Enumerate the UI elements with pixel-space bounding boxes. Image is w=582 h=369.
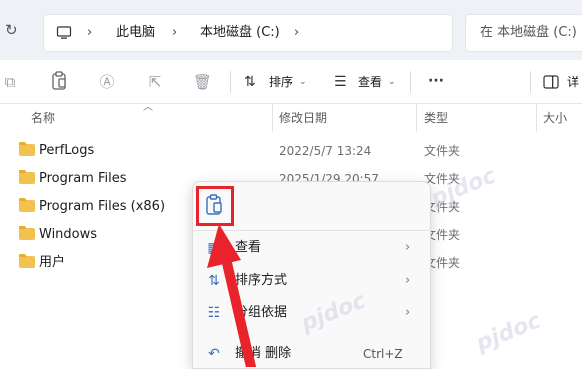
delete-icon[interactable]: 🗑 — [193, 72, 212, 92]
file-name: Program Files — [39, 171, 127, 186]
paste-icon[interactable] — [51, 71, 69, 91]
file-name: 用户 — [39, 255, 66, 270]
menu-item-shortcut: Ctrl+Z — [363, 347, 403, 361]
column-type[interactable]: 类型 — [424, 104, 448, 132]
folder-icon — [19, 226, 35, 240]
chevron-down-icon: ⌄ — [388, 77, 396, 87]
arrow-annotation — [207, 224, 256, 367]
file-date: 2022/5/7 13:24 — [279, 144, 372, 158]
column-divider[interactable] — [272, 104, 273, 132]
column-divider[interactable] — [416, 104, 417, 132]
column-date[interactable]: 修改日期 — [279, 104, 327, 132]
watermark: pjdoc — [472, 308, 545, 357]
sort-caret-icon: ︿ — [143, 102, 153, 113]
details-label: 详 — [567, 75, 580, 89]
folder-icon — [19, 254, 35, 268]
chevron-right-icon: › — [172, 25, 178, 40]
command-bar: ⧉ Ⓐ ⇱ 🗑 ⇅ 排序 ⌄ ☰ 查看 ⌄ ··· 详 — [0, 61, 582, 104]
column-size[interactable]: 大小 — [543, 104, 567, 132]
search-placeholder: 在 本地磁盘 (C:) — [480, 25, 577, 40]
column-name[interactable]: 名称 — [31, 104, 55, 132]
column-divider[interactable] — [536, 104, 537, 132]
file-name: Windows — [39, 227, 98, 242]
chevron-right-icon: › — [405, 240, 411, 255]
toolbar-divider — [230, 71, 231, 93]
refresh-icon[interactable]: ↻ — [5, 20, 21, 40]
folder-icon — [19, 170, 35, 184]
file-name: PerfLogs — [39, 143, 95, 158]
view-icon: ☰ — [334, 74, 347, 90]
more-options-button[interactable]: ··· — [428, 71, 444, 91]
sort-icon: ⇅ — [244, 74, 256, 90]
chevron-right-icon: › — [87, 25, 93, 40]
column-header: ︿ 名称 修改日期 类型 大小 — [0, 102, 582, 132]
copy-icon[interactable]: ⧉ — [2, 72, 18, 92]
details-button[interactable]: 详 — [543, 72, 582, 92]
sort-button[interactable]: ⇅ 排序 ⌄ — [244, 72, 316, 92]
view-label: 查看 — [358, 75, 383, 89]
breadcrumb-local-disk[interactable]: 本地磁盘 (C:) — [200, 15, 280, 51]
file-type: 文件夹 — [424, 144, 461, 158]
breadcrumb[interactable]: › 此电脑 › 本地磁盘 (C:) › — [43, 14, 453, 52]
chevron-right-icon: › — [405, 273, 411, 288]
folder-icon — [19, 142, 35, 156]
toolbar-divider — [410, 71, 411, 93]
breadcrumb-this-pc[interactable]: 此电脑 — [116, 15, 155, 51]
computer-icon — [56, 26, 72, 39]
folder-icon — [19, 198, 35, 212]
address-area: ↻ › 此电脑 › 本地磁盘 (C:) › 在 本地磁盘 (C:) — [0, 0, 582, 60]
chevron-down-icon: ⌄ — [299, 77, 307, 87]
rename-icon[interactable]: Ⓐ — [98, 72, 116, 92]
search-input[interactable]: 在 本地磁盘 (C:) — [465, 14, 582, 52]
share-icon[interactable]: ⇱ — [146, 72, 164, 92]
chevron-right-icon: › — [294, 25, 300, 40]
view-button[interactable]: ☰ 查看 ⌄ — [334, 72, 400, 92]
table-row[interactable]: PerfLogs 2022/5/7 13:24 文件夹 — [0, 137, 582, 165]
chevron-right-icon: › — [405, 305, 411, 320]
details-pane-icon — [543, 75, 559, 89]
file-name: Program Files (x86) — [39, 199, 166, 214]
sort-label: 排序 — [269, 75, 294, 89]
toolbar-divider — [530, 71, 531, 93]
